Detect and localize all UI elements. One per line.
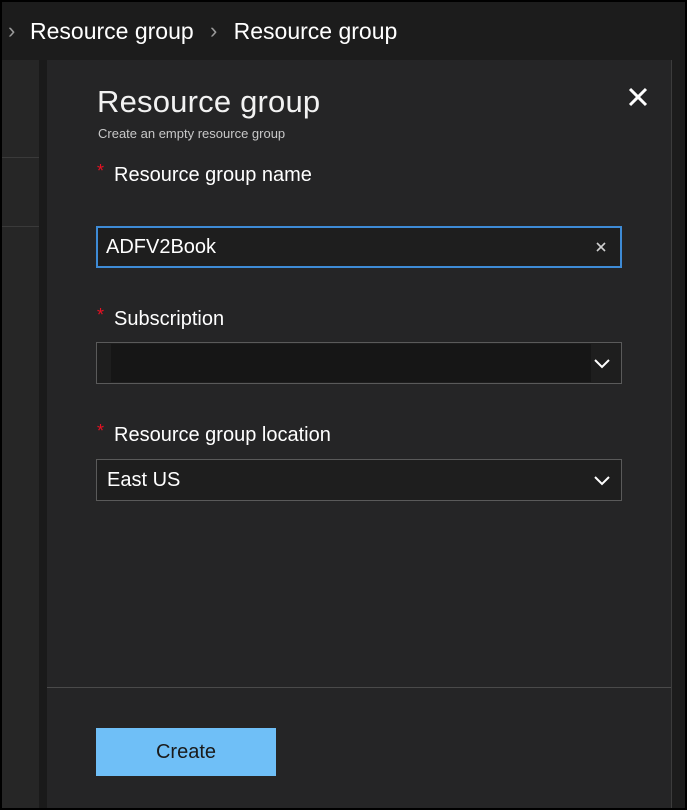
subscription-label: * Subscription [97, 305, 225, 331]
location-value: East US [107, 468, 181, 491]
field-label-text: Resource group location [114, 424, 331, 446]
subscription-select[interactable] [96, 342, 622, 384]
breadcrumb: › Resource group › Resource group [2, 2, 685, 60]
resource-group-name-field[interactable] [96, 226, 622, 268]
chevron-down-icon[interactable] [593, 472, 611, 488]
breadcrumb-chevron-icon: › [8, 18, 16, 43]
clear-icon[interactable] [594, 240, 608, 254]
divider [2, 226, 40, 227]
footer-divider [47, 687, 671, 688]
portal-window: › Resource group › Resource group Resour… [0, 0, 687, 810]
resource-group-blade: Resource group Create an empty resource … [47, 60, 671, 808]
blade-title: Resource group [97, 84, 321, 119]
required-marker: * [97, 421, 105, 441]
blade-subtitle: Create an empty resource group [98, 126, 286, 141]
create-button[interactable]: Create [96, 728, 276, 776]
required-marker: * [97, 161, 105, 181]
field-label-text: Resource group name [114, 164, 312, 186]
blade-divider [39, 60, 47, 808]
field-label-text: Subscription [114, 308, 225, 330]
resource-group-name-label: * Resource group name [97, 161, 312, 187]
location-select[interactable]: East US [96, 459, 622, 501]
previous-blade-edge [2, 60, 40, 808]
close-icon[interactable] [624, 83, 656, 115]
redacted-subscription-value [111, 344, 591, 382]
right-scroll-edge [671, 60, 685, 808]
breadcrumb-item-1[interactable]: Resource group [30, 18, 194, 45]
required-marker: * [97, 305, 105, 325]
resource-group-name-input[interactable] [98, 228, 620, 266]
location-label: * Resource group location [97, 421, 331, 447]
divider [2, 157, 40, 158]
divider [671, 60, 672, 808]
chevron-down-icon[interactable] [593, 355, 611, 371]
breadcrumb-item-2[interactable]: Resource group [234, 18, 398, 45]
breadcrumb-chevron-icon: › [209, 18, 218, 43]
